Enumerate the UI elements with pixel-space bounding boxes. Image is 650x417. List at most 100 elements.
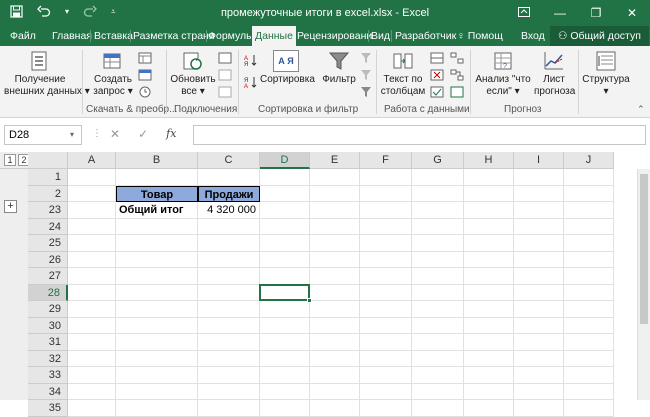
row-header-34[interactable]: 34 (28, 383, 68, 400)
sort-descending-icon[interactable]: ЯА (244, 76, 258, 88)
vertical-scrollbar[interactable] (637, 169, 650, 400)
cell-j31[interactable] (564, 334, 614, 351)
expand-group-button[interactable]: + (4, 200, 17, 213)
sort-button[interactable]: А Я Сортировка (260, 50, 315, 86)
cell-c35[interactable] (198, 400, 260, 417)
cell-b25[interactable] (116, 235, 198, 252)
tab-review[interactable]: Рецензировани (297, 26, 372, 46)
cell-a29[interactable] (68, 301, 116, 318)
forecast-sheet-button[interactable]: Лист прогноза (534, 50, 575, 98)
cell-g33[interactable] (412, 367, 464, 384)
cell-h35[interactable] (464, 400, 514, 417)
cell-b2[interactable]: Товар (116, 185, 198, 202)
row-header-27[interactable]: 27 (28, 268, 68, 285)
cell-d31[interactable] (260, 334, 310, 351)
cell-h33[interactable] (464, 367, 514, 384)
clear-filter-icon[interactable] (360, 52, 374, 64)
cell-c26[interactable] (198, 251, 260, 268)
cell-d35[interactable] (260, 400, 310, 417)
cell-i29[interactable] (514, 301, 564, 318)
tab-developer[interactable]: Разработчик (395, 26, 456, 46)
row-header-31[interactable]: 31 (28, 334, 68, 351)
cell-f2[interactable] (360, 185, 412, 202)
cell-h1[interactable] (464, 169, 514, 186)
cell-e25[interactable] (310, 235, 360, 252)
cell-h32[interactable] (464, 350, 514, 367)
cell-j24[interactable] (564, 218, 614, 235)
cell-j1[interactable] (564, 169, 614, 186)
cancel-icon[interactable]: ✕ (110, 127, 120, 141)
cell-g26[interactable] (412, 251, 464, 268)
close-icon[interactable]: ✕ (614, 0, 650, 26)
cell-b31[interactable] (116, 334, 198, 351)
cell-d24[interactable] (260, 218, 310, 235)
row-header-32[interactable]: 32 (28, 350, 68, 367)
formula-input[interactable] (193, 125, 646, 145)
cell-f29[interactable] (360, 301, 412, 318)
cell-i26[interactable] (514, 251, 564, 268)
reapply-icon[interactable] (360, 69, 374, 81)
row-header-25[interactable]: 25 (28, 235, 68, 252)
cell-f35[interactable] (360, 400, 412, 417)
row-header-26[interactable]: 26 (28, 251, 68, 268)
cell-h28[interactable] (464, 284, 514, 301)
cell-c30[interactable] (198, 317, 260, 334)
cell-h34[interactable] (464, 383, 514, 400)
cell-b29[interactable] (116, 301, 198, 318)
cell-b26[interactable] (116, 251, 198, 268)
cell-a32[interactable] (68, 350, 116, 367)
cell-b30[interactable] (116, 317, 198, 334)
scrollbar-thumb[interactable] (640, 174, 648, 324)
cell-d32[interactable] (260, 350, 310, 367)
cell-g23[interactable] (412, 202, 464, 219)
outline-level-1-button[interactable]: 1 (4, 154, 16, 166)
cell-d26[interactable] (260, 251, 310, 268)
cell-c29[interactable] (198, 301, 260, 318)
cell-f30[interactable] (360, 317, 412, 334)
row-header-23[interactable]: 23 (28, 202, 68, 219)
restore-icon[interactable]: ❐ (578, 0, 614, 26)
cell-i32[interactable] (514, 350, 564, 367)
column-header-a[interactable]: A (68, 152, 116, 169)
relationships-icon[interactable] (450, 69, 464, 81)
cell-h2[interactable] (464, 185, 514, 202)
cell-j2[interactable] (564, 185, 614, 202)
cell-i1[interactable] (514, 169, 564, 186)
remove-duplicates-icon[interactable] (430, 69, 444, 81)
cell-g1[interactable] (412, 169, 464, 186)
cell-j35[interactable] (564, 400, 614, 417)
cell-e26[interactable] (310, 251, 360, 268)
ribbon-display-options-icon[interactable] (506, 0, 542, 26)
consolidate-icon[interactable] (450, 52, 464, 64)
column-header-i[interactable]: I (514, 152, 564, 169)
data-model-icon[interactable] (450, 86, 464, 98)
cell-h29[interactable] (464, 301, 514, 318)
formula-bar-grip-icon[interactable]: ⋮ (92, 128, 102, 139)
cell-d30[interactable] (260, 317, 310, 334)
cell-e23[interactable] (310, 202, 360, 219)
cell-c27[interactable] (198, 268, 260, 285)
cell-a27[interactable] (68, 268, 116, 285)
cell-g27[interactable] (412, 268, 464, 285)
cell-c2[interactable]: Продажи (198, 185, 260, 202)
cell-f25[interactable] (360, 235, 412, 252)
insert-function-icon[interactable]: fx (166, 127, 176, 141)
edit-links-icon[interactable] (218, 86, 232, 98)
column-header-d[interactable]: D (260, 152, 310, 169)
cell-a34[interactable] (68, 383, 116, 400)
column-header-e[interactable]: E (310, 152, 360, 169)
collapse-ribbon-icon[interactable]: ⌃ (637, 104, 645, 115)
cell-a33[interactable] (68, 367, 116, 384)
cell-e1[interactable] (310, 169, 360, 186)
cell-g34[interactable] (412, 383, 464, 400)
cell-c34[interactable] (198, 383, 260, 400)
cell-g25[interactable] (412, 235, 464, 252)
name-box-dropdown-icon[interactable]: ▾ (70, 130, 74, 139)
cell-g31[interactable] (412, 334, 464, 351)
minimize-icon[interactable]: — (542, 0, 578, 26)
cell-j29[interactable] (564, 301, 614, 318)
cell-a26[interactable] (68, 251, 116, 268)
cell-i34[interactable] (514, 383, 564, 400)
cell-g2[interactable] (412, 185, 464, 202)
cell-b32[interactable] (116, 350, 198, 367)
